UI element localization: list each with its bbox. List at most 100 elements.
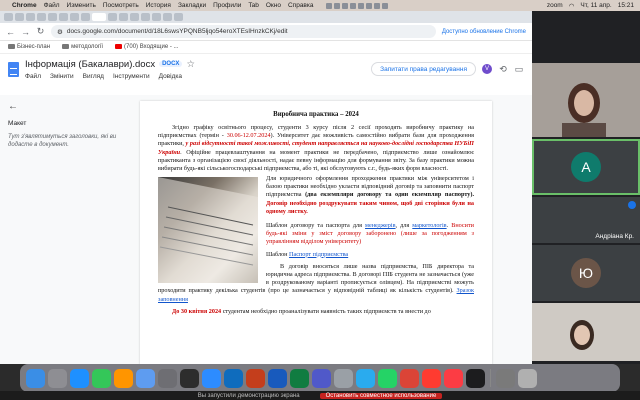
telegram-icon[interactable] xyxy=(356,368,375,388)
bookmark-item[interactable]: Бізнес-план xyxy=(8,43,50,50)
menu-view[interactable]: Посмотреть xyxy=(103,2,139,9)
clock-label: 15:21 xyxy=(617,2,634,9)
menu-bookmarks[interactable]: Закладки xyxy=(178,2,206,9)
participant-avatar: А xyxy=(571,152,601,182)
photos-icon[interactable] xyxy=(114,368,133,388)
downloads-icon[interactable] xyxy=(496,368,515,388)
participant-tile-video-2[interactable] xyxy=(532,303,640,361)
tab[interactable] xyxy=(70,13,79,21)
menu-profiles[interactable]: Профили xyxy=(213,2,241,9)
outline-back-icon[interactable]: ← xyxy=(8,101,128,112)
menu-history[interactable]: История xyxy=(146,2,171,9)
folder-icon xyxy=(62,43,70,49)
mail-icon[interactable] xyxy=(422,368,441,388)
status-icon[interactable] xyxy=(342,2,349,9)
screen-share-bar: Вы запустили демонстрацию экрана Останов… xyxy=(0,391,640,400)
terminal-icon[interactable] xyxy=(466,368,485,388)
tab[interactable] xyxy=(15,13,24,21)
app-icon[interactable] xyxy=(334,368,353,388)
tab[interactable] xyxy=(130,13,139,21)
tab[interactable] xyxy=(108,13,117,21)
doc-heading: Виробнича практика – 2024 xyxy=(273,111,359,118)
document-page[interactable]: Виробнича практика – 2024 Згідно графіку… xyxy=(140,101,492,364)
chrome-icon[interactable] xyxy=(400,368,419,388)
docs-menu-tools[interactable]: Інструменти xyxy=(113,73,150,80)
comments-icon[interactable]: ▭ xyxy=(514,64,524,74)
link-managers[interactable]: менеджерів xyxy=(365,222,395,229)
link-passport[interactable]: Паспорт підприємства xyxy=(289,251,348,258)
teams-icon[interactable] xyxy=(312,368,331,388)
outlook-icon[interactable] xyxy=(224,368,243,388)
tab[interactable] xyxy=(4,13,13,21)
tab-active[interactable] xyxy=(92,13,106,21)
tab[interactable] xyxy=(26,13,35,21)
appstore-icon[interactable] xyxy=(136,368,155,388)
status-icon[interactable] xyxy=(374,2,381,9)
url-text: docs.google.com/document/d/18L6swsYPQNB5… xyxy=(66,28,288,35)
participant-tile-video[interactable] xyxy=(532,63,640,137)
participant-tile-andriana[interactable]: Андріана Кр. xyxy=(532,197,640,243)
wifi-icon[interactable]: ◠ xyxy=(569,2,575,10)
docs-logo-icon[interactable] xyxy=(8,61,19,77)
update-chrome-button[interactable]: Доступно обновление Chrome xyxy=(442,29,526,35)
word-icon[interactable] xyxy=(268,368,287,388)
launchpad-icon[interactable] xyxy=(48,368,67,388)
docs-menu-file[interactable]: Файл xyxy=(25,73,41,80)
url-field[interactable]: ⚙ docs.google.com/document/d/18L6swsYPQN… xyxy=(51,25,436,38)
menu-tab[interactable]: Tab xyxy=(248,2,258,9)
link-marketers[interactable]: маркетологів xyxy=(412,222,446,229)
tab[interactable] xyxy=(163,13,172,21)
tab[interactable] xyxy=(141,13,150,21)
status-icon[interactable] xyxy=(382,2,389,9)
bookmark-item[interactable]: методології xyxy=(62,43,103,50)
speaking-indicator-icon xyxy=(628,201,636,209)
tab[interactable] xyxy=(81,13,90,21)
papers-photo xyxy=(158,177,258,284)
tab[interactable] xyxy=(152,13,161,21)
tab[interactable] xyxy=(59,13,68,21)
tab[interactable] xyxy=(37,13,46,21)
tab[interactable] xyxy=(119,13,128,21)
participant-tile-a[interactable]: А xyxy=(532,139,640,195)
participant-tile-yu[interactable]: Ю xyxy=(532,245,640,301)
user-avatar[interactable]: V xyxy=(482,64,492,74)
whatsapp-icon[interactable] xyxy=(378,368,397,388)
stop-sharing-button[interactable]: Остановить совместное использование xyxy=(319,392,443,399)
settings-icon[interactable] xyxy=(158,368,177,388)
status-icon[interactable] xyxy=(350,2,357,9)
menu-chrome[interactable]: Chrome xyxy=(12,2,37,9)
request-edit-button[interactable]: Запитати права редагування xyxy=(371,62,476,76)
zoom-status[interactable]: zoom xyxy=(547,2,563,9)
status-icon[interactable] xyxy=(366,2,373,9)
facetime-icon[interactable] xyxy=(92,368,111,388)
menu-edit[interactable]: Изменить xyxy=(67,2,96,9)
docs-menu-edit[interactable]: Змінити xyxy=(50,73,74,80)
star-icon[interactable]: ☆ xyxy=(186,59,195,70)
tv-icon[interactable] xyxy=(180,368,199,388)
history-icon[interactable]: ⟲ xyxy=(498,64,508,74)
status-icon[interactable] xyxy=(326,2,333,9)
excel-icon[interactable] xyxy=(290,368,309,388)
tab[interactable] xyxy=(174,13,183,21)
menu-help[interactable]: Справка xyxy=(288,2,314,9)
safari-icon[interactable] xyxy=(70,368,89,388)
menu-file[interactable]: Файл xyxy=(44,2,60,9)
reload-icon[interactable]: ↻ xyxy=(36,26,45,37)
doc-title[interactable]: Інформація (Бакалаври).docx xyxy=(25,59,155,70)
back-icon[interactable]: ← xyxy=(6,27,15,37)
docs-menu-view[interactable]: Вигляд xyxy=(83,73,104,80)
zoom-icon[interactable] xyxy=(202,368,221,388)
participant-name: Андріана Кр. xyxy=(595,233,634,240)
bookmark-item[interactable]: (700) Входящие - ... xyxy=(115,43,179,50)
powerpoint-icon[interactable] xyxy=(246,368,265,388)
site-info-icon[interactable]: ⚙ xyxy=(57,28,63,36)
music-icon[interactable] xyxy=(444,368,463,388)
trash-icon[interactable] xyxy=(518,368,537,388)
menu-window[interactable]: Окно xyxy=(266,2,281,9)
status-icon[interactable] xyxy=(334,2,341,9)
tab[interactable] xyxy=(48,13,57,21)
docs-menu-help[interactable]: Довідка xyxy=(159,73,182,80)
finder-icon[interactable] xyxy=(26,368,45,388)
status-icon[interactable] xyxy=(358,2,365,9)
forward-icon[interactable]: → xyxy=(21,27,30,37)
